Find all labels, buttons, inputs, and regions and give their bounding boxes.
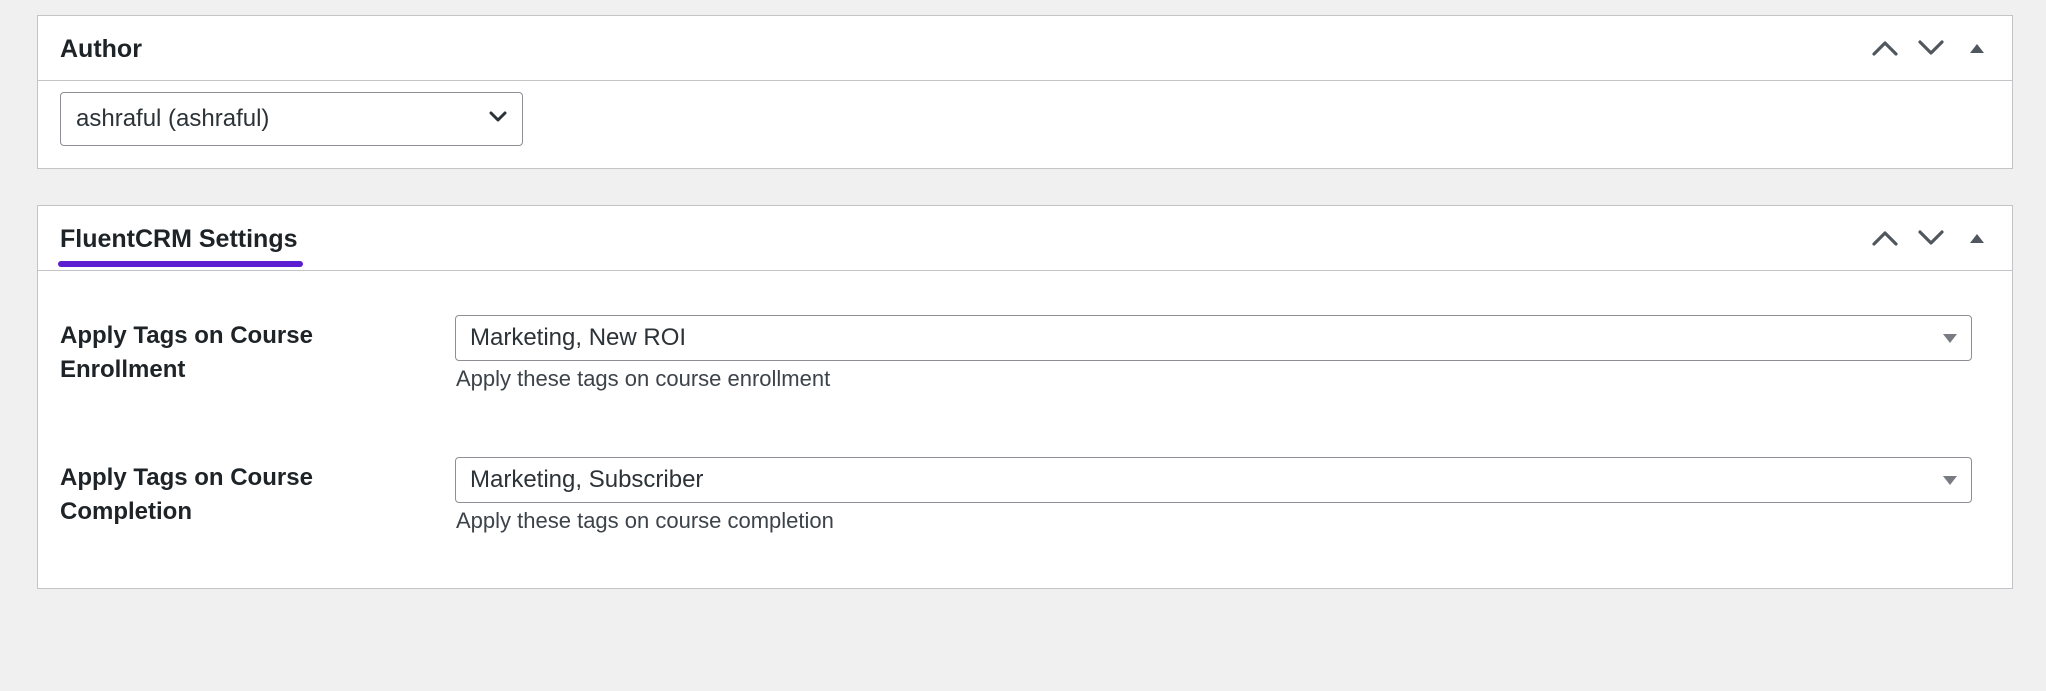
chevron-up-icon bbox=[1872, 231, 1898, 246]
enrollment-tags-value: Marketing, New ROI bbox=[470, 324, 687, 351]
author-select-value: ashraful (ashraful) bbox=[76, 105, 270, 132]
chevron-down-icon bbox=[1918, 40, 1944, 55]
author-toggle-panel-button[interactable] bbox=[1954, 26, 2000, 70]
chevron-up-icon bbox=[1872, 41, 1898, 56]
author-metabox-title: Author bbox=[60, 35, 142, 63]
dropdown-caret-icon bbox=[1943, 476, 1957, 485]
enrollment-tags-select[interactable]: Marketing, New ROI bbox=[455, 315, 1972, 361]
enrollment-tags-help: Apply these tags on course enrollment bbox=[456, 366, 831, 391]
fluentcrm-metabox: FluentCRM Settings Apply Tags on Course … bbox=[37, 205, 2013, 589]
title-highlight-underline bbox=[58, 261, 303, 267]
author-metabox: Author ashraful (ashraful) bbox=[37, 15, 2013, 169]
fluentcrm-toggle-panel-button[interactable] bbox=[1954, 216, 2000, 260]
completion-tags-select[interactable]: Marketing, Subscriber bbox=[455, 457, 1972, 503]
collapse-triangle-icon bbox=[1970, 44, 1984, 53]
chevron-down-icon bbox=[489, 111, 507, 122]
collapse-triangle-icon bbox=[1970, 234, 1984, 243]
author-select[interactable]: ashraful (ashraful) bbox=[60, 92, 523, 146]
fluentcrm-move-down-button[interactable] bbox=[1908, 216, 1954, 260]
completion-tags-label: Apply Tags on Course Completion bbox=[60, 464, 313, 525]
fluentcrm-move-up-button[interactable] bbox=[1862, 216, 1908, 260]
author-metabox-actions bbox=[1862, 16, 2012, 80]
chevron-down-icon bbox=[1918, 230, 1944, 245]
fluentcrm-metabox-actions bbox=[1862, 206, 2012, 270]
author-move-down-button[interactable] bbox=[1908, 26, 1954, 70]
author-metabox-header: Author bbox=[38, 16, 2012, 81]
author-move-up-button[interactable] bbox=[1862, 26, 1908, 70]
completion-tags-value: Marketing, Subscriber bbox=[470, 466, 704, 493]
enrollment-tags-label: Apply Tags on Course Enrollment bbox=[60, 322, 313, 383]
dropdown-caret-icon bbox=[1943, 334, 1957, 343]
fluentcrm-metabox-header: FluentCRM Settings bbox=[38, 206, 2012, 271]
completion-tags-help: Apply these tags on course completion bbox=[456, 508, 834, 533]
fluentcrm-metabox-title: FluentCRM Settings bbox=[60, 225, 298, 253]
